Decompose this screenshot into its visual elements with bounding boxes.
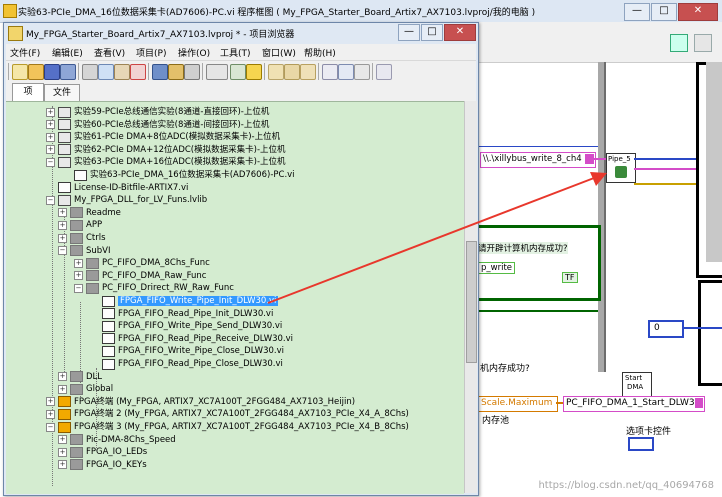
- arrow-line: [267, 177, 595, 304]
- annotation-arrow: [267, 172, 607, 304]
